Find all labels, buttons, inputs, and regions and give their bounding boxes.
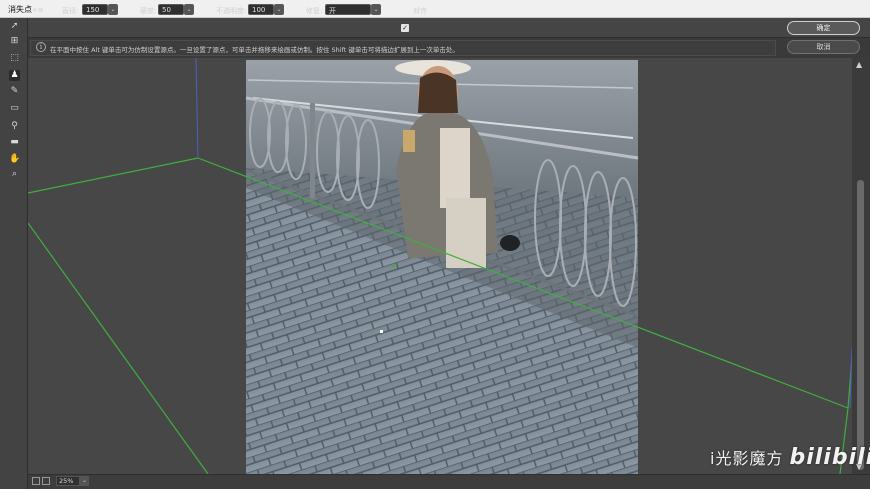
- status-bar: [28, 474, 870, 489]
- stamp-icon[interactable]: ♟: [9, 70, 20, 81]
- tool-panel: ➚ ⊞ ⬚ ♟ ✎ ▭ ⚲ ▬ ✋ ⌕: [0, 18, 28, 489]
- eyedropper-icon[interactable]: ⚲: [9, 121, 20, 132]
- heal-label: 修复:: [306, 7, 323, 15]
- cancel-button[interactable]: 取消: [787, 40, 860, 54]
- diameter-field[interactable]: 150: [82, 4, 108, 15]
- marquee-icon[interactable]: ⬚: [9, 53, 20, 64]
- align-label: 对齐: [413, 7, 427, 15]
- heal-select[interactable]: 开: [325, 4, 371, 15]
- scroll-up-icon[interactable]: ▲: [856, 60, 862, 69]
- diameter-dropdown[interactable]: ⌄: [108, 4, 118, 15]
- brush-icon[interactable]: ✎: [9, 86, 20, 97]
- watermark-text: i光影魔方: [710, 449, 784, 468]
- opacity-dropdown[interactable]: ⌄: [274, 4, 284, 15]
- zoom-in-icon[interactable]: [42, 477, 50, 485]
- heal-dropdown[interactable]: ⌄: [371, 4, 381, 15]
- options-bar: [0, 18, 870, 38]
- zoom-dropdown[interactable]: ⌄: [80, 476, 89, 486]
- zoom-out-icon[interactable]: [32, 477, 40, 485]
- photo-image: [245, 60, 639, 474]
- grid-icon[interactable]: ⊞: [9, 36, 20, 47]
- mode-icon[interactable]: +≡: [32, 6, 44, 14]
- canvas-drawing: [28, 58, 852, 474]
- hand-icon[interactable]: ✋: [9, 154, 20, 165]
- opacity-label: 不透明度:: [216, 7, 247, 15]
- bilibili-logo: bilibili: [789, 445, 870, 470]
- ok-button[interactable]: 确定: [787, 21, 860, 35]
- hardness-label: 硬度:: [140, 7, 157, 15]
- diameter-label: 直径:: [62, 7, 79, 15]
- title-bar: 消失点: [0, 0, 870, 18]
- opacity-field[interactable]: 100: [248, 4, 274, 15]
- ruler-icon[interactable]: ▬: [9, 137, 20, 148]
- hardness-field[interactable]: 50: [158, 4, 184, 15]
- scrollbar-thumb[interactable]: [857, 180, 864, 470]
- hardness-dropdown[interactable]: ⌄: [184, 4, 194, 15]
- window-title: 消失点: [8, 5, 32, 14]
- align-checkbox[interactable]: ✓: [401, 24, 409, 32]
- transform-icon[interactable]: ▭: [9, 103, 20, 114]
- magnifier-icon[interactable]: ⌕: [9, 169, 20, 180]
- zoom-level-field[interactable]: 25%: [56, 476, 80, 486]
- arrow-icon[interactable]: ➚: [9, 21, 20, 32]
- watermark: i光影魔方 bilibili: [710, 445, 870, 470]
- info-icon: i: [36, 42, 46, 52]
- info-text: 在平面中按住 Alt 键单击可为仿制设置源点。一旦设置了源点，可单击并拖移来绘画…: [50, 46, 459, 54]
- canvas-area[interactable]: [28, 58, 852, 474]
